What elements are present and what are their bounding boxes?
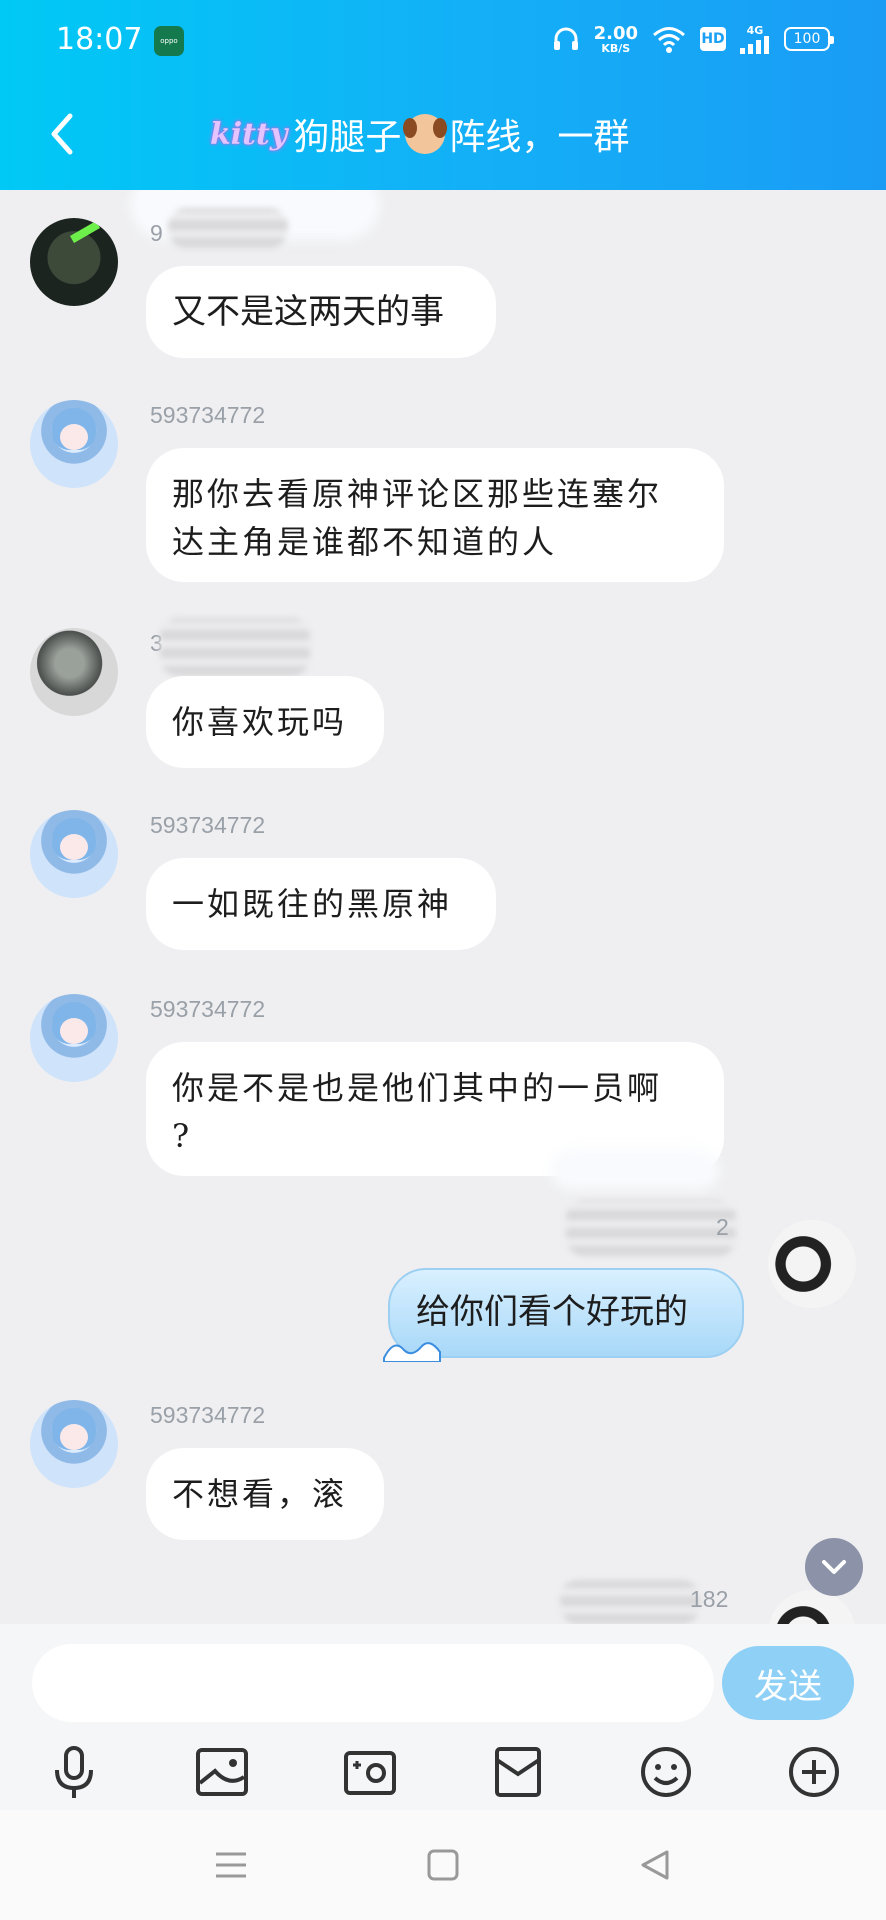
title-tag: kitty [210,116,288,152]
redaction-smear [160,618,310,676]
chevron-left-icon [51,113,73,155]
home-button[interactable] [418,1840,468,1890]
group-title[interactable]: kitty 狗腿子 阵线，一群 [210,106,629,162]
image-icon [196,1748,248,1796]
message-bubble[interactable]: 给你们看个好玩的 [383,1268,744,1362]
voice-button[interactable] [44,1742,104,1802]
red-packet-icon [495,1747,541,1797]
chevron-down-icon [822,1560,846,1574]
red-packet-button[interactable] [488,1742,548,1802]
camera-button[interactable] [340,1742,400,1802]
sender-name: 593734772 [150,1402,266,1428]
avatar[interactable] [30,628,118,716]
sender-name: 182 [690,1586,729,1612]
message-text: 你喜欢玩吗 [172,703,348,741]
wave-decoration-icon [383,1342,441,1362]
redaction-smear [168,208,288,248]
redaction-smear [566,1200,736,1256]
send-button[interactable]: 发送 [722,1646,854,1720]
speed-value: 2.00 [593,22,638,44]
menu-icon [216,1852,246,1878]
image-button[interactable] [192,1742,252,1802]
sender-name: 593734772 [150,812,266,838]
sender-name: 2 [716,1214,729,1240]
more-button[interactable] [784,1742,844,1802]
signal-bars-icon [740,35,769,54]
avatar[interactable] [30,400,118,488]
message-text: 一如既往的黑原神 [172,885,453,923]
avatar[interactable] [30,810,118,898]
status-icons: 2.00 KB/S HD 4G 100 [552,22,834,56]
chat-header: 18:07 oppo 2.00 KB/S HD 4G 100 kitty 狗腿子… [0,0,886,190]
avatar[interactable] [768,1590,856,1624]
network-type: 4G [746,23,764,37]
wifi-icon [653,27,685,53]
message-text-line: 那你去看原神评论区那些连塞尔 [172,475,663,513]
dog-face-icon [403,114,448,154]
back-triangle-icon [641,1850,669,1880]
cellular-signal: 4G [740,25,770,54]
microphone-icon [55,1746,93,1798]
back-button[interactable] [44,110,80,158]
system-nav-bar [0,1810,886,1920]
redaction-smear [560,1580,700,1624]
message-text-line: 你是不是也是他们其中的一员啊 [172,1069,663,1107]
avatar[interactable] [30,218,118,306]
title-part2: 阵线，一群 [449,116,630,157]
menu-button[interactable] [206,1840,256,1890]
message-list[interactable]: 9 又不是这两天的事 593734772 那你去看原神评论区那些连塞尔 达主角是… [0,190,886,1624]
camera-icon [344,1751,396,1795]
home-icon [427,1849,459,1881]
message-bubble[interactable]: 不想看，滚 [146,1448,384,1540]
hd-voice-icon: HD [700,27,726,51]
input-area: 发送 [0,1624,886,1810]
headphones-icon [553,27,578,50]
message-text: 不想看，滚 [172,1475,348,1513]
sender-name: 9 [150,220,163,246]
message-bubble[interactable]: 一如既往的黑原神 [146,858,496,950]
plus-circle-icon [789,1747,839,1797]
message-text: 给你们看个好玩的 [416,1293,688,1331]
speed-unit: KB/S [601,41,631,55]
title-part1: 狗腿子 [293,116,402,157]
message-input[interactable] [32,1644,714,1722]
status-bar: 18:07 oppo 2.00 KB/S HD 4G 100 [0,0,886,78]
oppo-app-icon: oppo [154,26,184,56]
message-bubble[interactable]: 你喜欢玩吗 [146,676,384,768]
message-bubble[interactable]: 又不是这两天的事 [146,266,496,358]
scroll-to-bottom-button[interactable] [805,1538,863,1596]
avatar[interactable] [30,1400,118,1488]
emoji-icon [641,1747,691,1797]
message-bubble[interactable]: 那你去看原神评论区那些连塞尔 达主角是谁都不知道的人 [146,448,724,582]
emoji-button[interactable] [636,1742,696,1802]
sender-name: 593734772 [150,996,266,1022]
message-text-line: 达主角是谁都不知道的人 [172,523,558,561]
avatar[interactable] [30,994,118,1082]
redaction-smear [550,1150,720,1190]
battery-indicator: 100 [784,27,834,51]
network-speed: 2.00 KB/S [593,22,638,55]
back-nav-button[interactable] [630,1840,680,1890]
message-text: 又不是这两天的事 [172,293,444,331]
sender-name: 593734772 [150,402,266,428]
avatar[interactable] [768,1220,856,1308]
status-time: 18:07 [56,22,143,57]
